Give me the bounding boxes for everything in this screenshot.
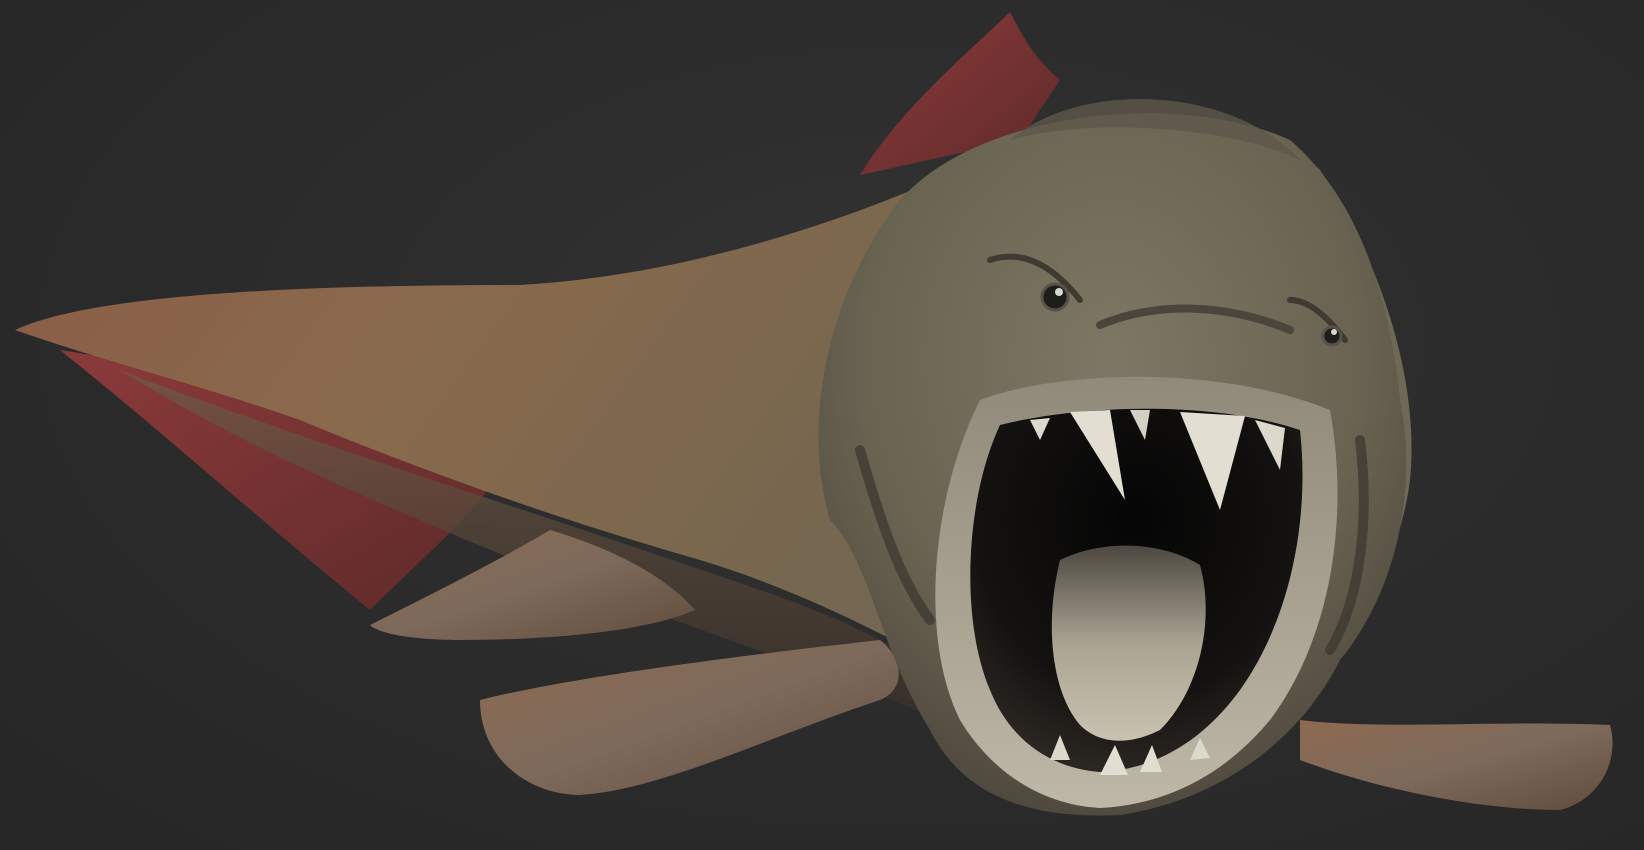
render-viewport <box>0 0 1644 850</box>
pectoral-fin-left <box>480 640 899 795</box>
pectoral-fin-right <box>1300 720 1613 810</box>
right-eye-highlight <box>1331 329 1337 335</box>
left-eye <box>1040 282 1070 312</box>
fish-render <box>15 12 1613 816</box>
right-eye <box>1321 325 1343 347</box>
left-eye-highlight <box>1055 288 1063 296</box>
